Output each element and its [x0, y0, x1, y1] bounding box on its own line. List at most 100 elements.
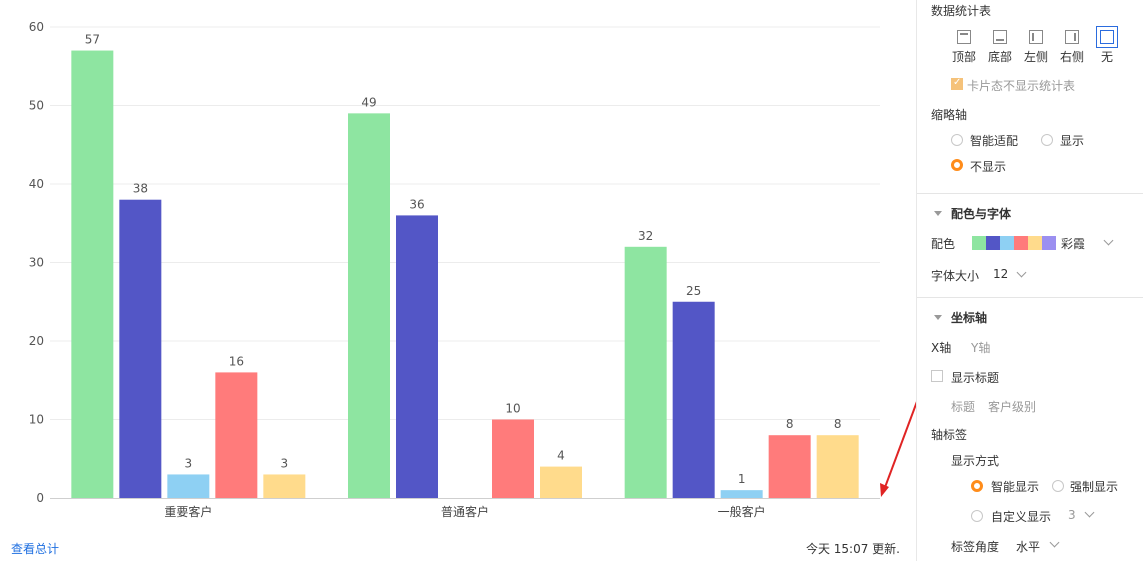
bar [396, 215, 438, 498]
label-angle-label: 标签角度 [951, 540, 1000, 554]
mode-custom-radio[interactable] [971, 510, 983, 522]
y-tick-label: 30 [29, 256, 44, 270]
collapse-caret-icon[interactable] [934, 211, 942, 216]
axis-title: 坐标轴 [951, 311, 988, 325]
thumbnail-show-radio[interactable] [1041, 134, 1053, 146]
y-tick-label: 60 [29, 20, 44, 34]
font-size-label: 字体大小 [931, 269, 980, 283]
layout-top-icon [957, 30, 971, 44]
title-field-input[interactable]: 客户级别 [988, 398, 1036, 415]
data-label: 32 [638, 229, 653, 243]
palette-swatch [1000, 236, 1014, 250]
tab-x-axis[interactable]: X轴 [931, 339, 951, 356]
bar [167, 474, 210, 498]
x-tick-label: 重要客户 [164, 504, 212, 519]
stats-position-label: 左侧 [1023, 50, 1048, 64]
bar [540, 466, 582, 498]
title-field-label: 标题 [951, 400, 976, 414]
bar [348, 113, 390, 498]
collapse-caret-icon[interactable] [934, 315, 942, 320]
color-label: 配色 [931, 237, 956, 251]
thumbnail-axis-title: 缩略轴 [931, 108, 968, 122]
view-total-link[interactable]: 查看总计 [11, 540, 59, 557]
card-hide-stats-label: 卡片态不显示统计表 [967, 79, 1076, 93]
palette-name: 彩霞 [1061, 237, 1086, 251]
data-label: 10 [505, 402, 520, 416]
palette-swatch [972, 236, 986, 250]
bar-chart: 0 10 20 30 40 50 60 57 38 3 16 3 重要客户 49 36 10 4 普通客户 32 25… [29, 20, 929, 519]
palette-swatch [1014, 236, 1028, 250]
tab-y-axis[interactable]: Y轴 [971, 339, 990, 356]
palette-swatch [1042, 236, 1056, 250]
custom-count-chevron-icon[interactable] [1084, 507, 1095, 518]
x-tick-label: 一般客户 [718, 504, 766, 519]
data-label: 36 [409, 197, 424, 211]
stats-position-bottom[interactable]: 底部 [982, 30, 1018, 65]
data-label: 8 [786, 417, 794, 431]
app-root: 0 10 20 30 40 50 60 57 38 3 16 3 重要客户 49 36 10 4 普通客户 32 25… [0, 0, 1143, 561]
thumbnail-hide-label: 不显示 [970, 160, 1007, 174]
annotation-arrowhead [880, 483, 889, 497]
stats-position-none[interactable]: 无 [1089, 26, 1125, 65]
font-size-value[interactable]: 12 [993, 267, 1008, 281]
bar [672, 301, 715, 498]
section-divider [917, 297, 1143, 298]
layout-left-icon [1029, 30, 1043, 44]
mode-custom-label: 自定义显示 [991, 510, 1052, 524]
thumbnail-show-label: 显示 [1060, 134, 1085, 148]
layout-right-icon [1065, 30, 1079, 44]
bar [71, 50, 114, 499]
mode-force-radio[interactable] [1052, 480, 1064, 492]
stats-position-label: 右侧 [1059, 50, 1084, 64]
stats-position-top[interactable]: 顶部 [946, 30, 982, 65]
layout-bottom-icon [993, 30, 1007, 44]
bar [768, 435, 811, 498]
label-angle-value[interactable]: 水平 [1016, 538, 1040, 555]
thumbnail-hide-radio[interactable] [951, 159, 963, 171]
thumbnail-smart-label: 智能适配 [970, 134, 1019, 148]
mode-force-label: 强制显示 [1070, 480, 1119, 494]
bar [119, 199, 162, 498]
mode-smart-radio[interactable] [971, 480, 983, 492]
stats-table-title: 数据统计表 [931, 4, 992, 18]
x-tick-label: 普通客户 [441, 504, 489, 519]
y-tick-label: 40 [29, 177, 44, 191]
axis-label-section-title: 轴标签 [931, 428, 968, 442]
data-label: 3 [185, 456, 193, 470]
stats-position-left[interactable]: 左侧 [1018, 30, 1054, 65]
palette-swatches[interactable] [972, 236, 1056, 250]
palette-dropdown-chevron-icon[interactable] [1103, 235, 1114, 246]
data-label: 49 [361, 95, 376, 109]
font-size-chevron-icon[interactable] [1016, 267, 1027, 278]
stats-position-label: 底部 [987, 50, 1012, 64]
data-label: 1 [738, 472, 746, 486]
update-status: 今天 15:07 更新. [805, 542, 900, 556]
label-angle-chevron-icon[interactable] [1049, 537, 1060, 548]
chart-area: 0 10 20 30 40 50 60 57 38 3 16 3 重要客户 49 36 10 4 普通客户 32 25… [0, 0, 929, 561]
mode-smart-label: 智能显示 [991, 480, 1040, 494]
data-label: 3 [281, 456, 289, 470]
stats-position-right[interactable]: 右侧 [1054, 30, 1090, 65]
show-title-checkbox[interactable] [931, 370, 943, 382]
color-font-title: 配色与字体 [951, 207, 1012, 221]
palette-swatch [1028, 236, 1042, 250]
data-label: 16 [229, 354, 244, 368]
y-tick-label: 10 [29, 413, 44, 427]
bar [263, 474, 306, 498]
custom-count-value[interactable]: 3 [1068, 508, 1076, 522]
thumbnail-smart-radio[interactable] [951, 134, 963, 146]
section-divider [917, 193, 1143, 194]
data-label: 8 [834, 417, 842, 431]
settings-panel: 数据统计表 顶部 底部 左侧 右侧 无 卡片态不显示统计表 缩略轴 智能适配 显… [916, 0, 1143, 561]
data-label: 4 [557, 449, 565, 463]
bar [720, 490, 763, 498]
y-tick-label: 50 [29, 99, 44, 113]
show-title-label: 显示标题 [951, 371, 1000, 385]
bar [816, 435, 859, 498]
y-tick-label: 20 [29, 334, 44, 348]
bar [215, 372, 258, 498]
bar [492, 419, 534, 498]
y-tick-label: 0 [36, 491, 44, 505]
bar [624, 246, 667, 498]
card-hide-stats-checkbox[interactable] [951, 77, 963, 90]
